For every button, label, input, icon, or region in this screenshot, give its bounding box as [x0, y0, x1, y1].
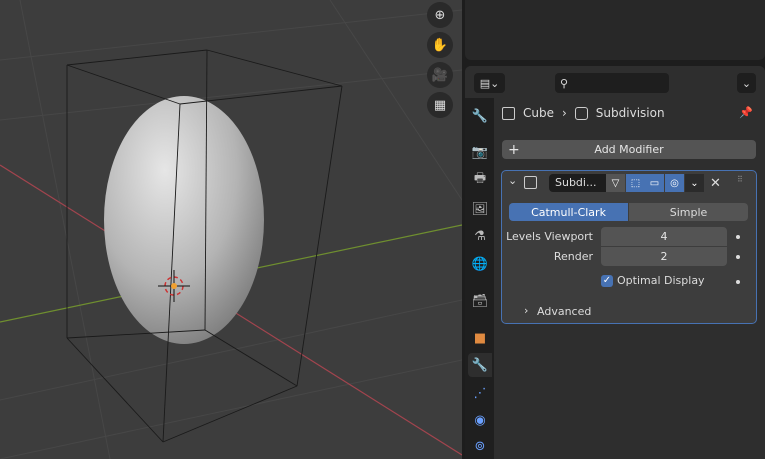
properties-tabs: 🔧 📷 🖶 🖼 ⚗ 🌐 🗃 ■ 🔧 ⋰ ◉ ⊚ — [465, 98, 494, 459]
zoom-icon[interactable]: ⊕ — [427, 2, 453, 28]
outliner-area — [465, 0, 765, 60]
hand-pan-icon[interactable]: ✋ — [427, 32, 453, 58]
scene-tab-icon[interactable]: ⚗ — [468, 224, 492, 248]
chevron-right-icon: › — [561, 106, 567, 120]
remove-modifier-icon[interactable]: ✕ — [706, 174, 725, 192]
pin-icon[interactable]: 📌 — [739, 106, 753, 119]
modifier-header: ⌄ Subdi... ▽ ⬚ ▭ ◎ ⌄ ✕ ⠿ — [502, 171, 756, 193]
physics-tab-icon[interactable]: ◉ — [468, 408, 492, 432]
chevron-down-icon: ⌄ — [741, 76, 752, 90]
levels-viewport-field[interactable]: 4 — [601, 227, 727, 246]
add-modifier-button[interactable]: + Add Modifier — [502, 140, 756, 159]
drag-handle-icon[interactable]: ⠿ — [737, 175, 743, 184]
render-toggle-icon[interactable]: ◎ — [665, 174, 684, 192]
viewport-display-toggle-icon[interactable]: ▭ — [645, 174, 664, 192]
modifier-icon — [574, 106, 588, 120]
breadcrumb: Cube › Subdivision — [502, 106, 665, 120]
search-icon: ⚲ — [560, 76, 569, 90]
object-tab-icon[interactable]: ■ — [468, 326, 492, 350]
modifier-menu-chevron-icon[interactable]: ⌄ — [685, 174, 704, 192]
optimal-display-label: Optimal Display — [617, 274, 705, 287]
particles-tab-icon[interactable]: ⋰ — [468, 381, 492, 405]
add-modifier-label: Add Modifier — [594, 143, 664, 156]
tool-tab-icon[interactable]: 🔧 — [468, 104, 492, 128]
object-icon — [502, 106, 515, 120]
render-levels-field[interactable]: 2 — [601, 247, 727, 266]
output-tab-icon[interactable]: 🖶 — [468, 168, 492, 192]
advanced-subpanel-header[interactable]: Advanced — [537, 305, 591, 318]
constraints-tab-icon[interactable]: ⊚ — [468, 434, 492, 458]
editor-type-button[interactable]: ▤⌄ — [474, 73, 505, 93]
render-tab-icon[interactable]: 📷 — [468, 140, 492, 164]
properties-header: ▤⌄ ⚲ ⌄ — [465, 66, 765, 98]
collapse-chevron-icon[interactable]: ⌄ — [508, 174, 517, 187]
keyframe-dot-icon[interactable] — [736, 235, 740, 239]
modifier-tab-icon[interactable]: 🔧 — [468, 353, 492, 377]
render-label: Render — [553, 250, 593, 263]
levels-viewport-label: Levels Viewport — [506, 230, 593, 243]
camera-icon[interactable]: 🎥 — [427, 62, 453, 88]
properties-editor: ▤⌄ ⚲ ⌄ 🔧 📷 🖶 🖼 ⚗ 🌐 🗃 ■ 🔧 ⋰ ◉ ⊚ Cube › Su… — [465, 66, 765, 459]
search-input[interactable]: ⚲ — [555, 73, 669, 93]
options-dropdown-button[interactable]: ⌄ — [737, 73, 756, 93]
world-tab-icon[interactable]: 🌐 — [468, 252, 492, 276]
modifier-properties: Cube › Subdivision 📌 + Add Modifier ⌄ Sub… — [494, 98, 765, 459]
editor-type-icon: ▤⌄ — [479, 76, 500, 90]
subdivision-modifier-panel: ⌄ Subdi... ▽ ⬚ ▭ ◎ ⌄ ✕ ⠿ Catmull-Clark S… — [501, 170, 757, 324]
keyframe-dot-icon[interactable] — [736, 255, 740, 259]
view-layer-tab-icon[interactable]: 🖼 — [468, 197, 492, 221]
keyframe-dot-icon[interactable] — [736, 280, 740, 284]
optimal-display-checkbox[interactable]: ✓ — [601, 275, 613, 287]
plus-icon: + — [508, 141, 520, 158]
edit-mode-toggle-icon[interactable]: ▽ — [606, 174, 625, 192]
3d-viewport[interactable]: ⊕ ✋ 🎥 ▦ — [0, 0, 462, 459]
breadcrumb-object: Cube — [523, 106, 554, 120]
on-cage-toggle-icon[interactable]: ⬚ — [626, 174, 645, 192]
perspective-grid-icon[interactable]: ▦ — [427, 92, 453, 118]
modifier-name-input[interactable]: Subdi... — [549, 174, 606, 192]
collection-tab-icon[interactable]: 🗃 — [468, 289, 492, 313]
subdivision-icon — [524, 176, 537, 189]
expand-chevron-icon[interactable]: › — [524, 304, 528, 317]
catmull-clark-option[interactable]: Catmull-Clark — [509, 203, 628, 221]
subdivided-mesh — [104, 96, 264, 344]
viewport-scene — [0, 0, 462, 459]
simple-option[interactable]: Simple — [629, 203, 748, 221]
breadcrumb-modifier: Subdivision — [595, 106, 665, 120]
